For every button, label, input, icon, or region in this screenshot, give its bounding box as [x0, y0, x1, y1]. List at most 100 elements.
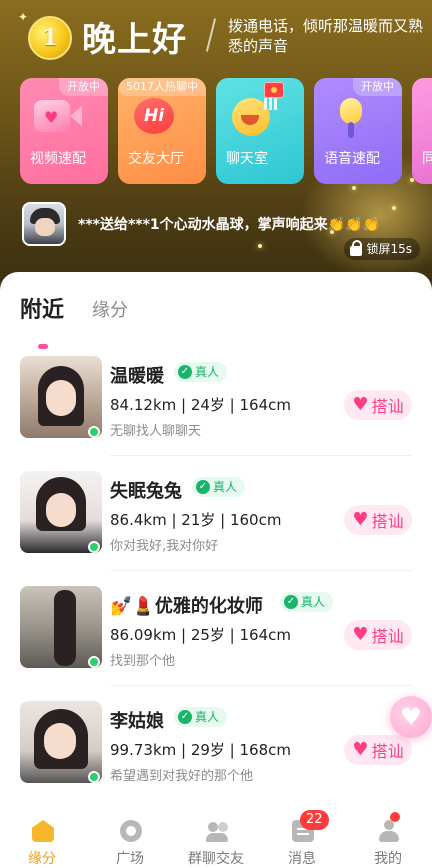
tab-fate[interactable]: 缘分	[92, 296, 128, 322]
greet-label: 搭讪	[371, 742, 404, 761]
notification-dot	[390, 812, 400, 822]
online-status-dot	[88, 426, 100, 438]
lock-screen-label: 锁屏15s	[366, 242, 412, 256]
verified-badge: ✓ 真人	[280, 592, 334, 612]
user-name: 💅💄优雅的化妆师	[110, 596, 263, 617]
heart-icon: ♥	[352, 624, 369, 645]
check-icon: ✓	[178, 710, 192, 724]
user-name: 温暖暖	[110, 366, 164, 387]
card-same-city[interactable]: 同	[412, 78, 432, 184]
row-divider	[110, 570, 412, 571]
nav-item-profile[interactable]: 我的	[348, 820, 428, 868]
tab-active-indicator	[38, 344, 48, 349]
user-stats: 86.4km | 21岁 | 160cm	[110, 511, 282, 529]
user-name: 失眠兔兔	[110, 481, 182, 502]
person-icon	[378, 820, 400, 842]
nav-label: 我的	[374, 851, 402, 867]
greet-label: 搭讪	[371, 397, 404, 416]
nav-item-fate[interactable]: 缘分	[2, 820, 82, 868]
nav-label: 群聊交友	[188, 851, 244, 867]
card-chat-room[interactable]: 聊天室	[216, 78, 304, 184]
list-item[interactable]: 💅💄优雅的化妆师 ✓ 真人 86.09km | 25岁 | 164cm 找到那个…	[0, 586, 432, 701]
greet-button[interactable]: ♥ 搭讪	[344, 390, 412, 420]
list-item[interactable]: 失眠兔兔 ✓ 真人 86.4km | 21岁 | 160cm 你对我好,我对你好…	[0, 471, 432, 586]
verified-label: 真人	[195, 365, 220, 379]
hi-bubble-icon: Hi	[130, 94, 180, 140]
heart-icon: ♥	[400, 703, 422, 731]
verified-label: 真人	[301, 595, 326, 609]
feature-cards: ♥ 开放中 视频速配 Hi 5017人热聊中 交友大厅 聊天室 开放中 语音速配	[20, 78, 432, 184]
red-envelope-icon[interactable]	[264, 82, 284, 98]
nav-label: 消息	[288, 851, 316, 867]
nav-label: 缘分	[28, 851, 56, 867]
home-icon	[32, 820, 54, 842]
greeting-subtitle: 拨通电话，倾听那温暖而又熟悉的声音	[228, 17, 424, 55]
card-badge: 开放中	[353, 78, 402, 96]
greeting-title: 晚上好	[82, 20, 187, 60]
user-photo[interactable]	[20, 586, 102, 668]
greet-button[interactable]: ♥ 搭讪	[344, 620, 412, 650]
greet-button[interactable]: ♥ 搭讪	[344, 735, 412, 765]
list-item[interactable]: 李姑娘 ✓ 真人 99.73km | 29岁 | 168cm 希望遇到对我好的那…	[0, 701, 432, 816]
card-voice-match[interactable]: 开放中 语音速配	[314, 78, 402, 184]
card-label: 语音速配	[324, 151, 380, 167]
card-label: 视频速配	[30, 151, 86, 167]
online-status-dot	[88, 656, 100, 668]
nav-item-messages[interactable]: 消息	[262, 820, 342, 868]
card-label: 同	[422, 151, 432, 167]
tab-nearby[interactable]: 附近	[20, 292, 64, 324]
nav-item-plaza[interactable]: 广场	[90, 820, 170, 868]
card-badge: 5017人热聊中	[118, 78, 206, 96]
microphone-icon	[326, 94, 376, 140]
user-photo[interactable]	[20, 356, 102, 438]
sparkle-star-icon: ✦	[18, 10, 29, 24]
row-divider	[110, 455, 412, 456]
card-friend-hall[interactable]: Hi 5017人热聊中 交友大厅	[118, 78, 206, 184]
user-name: 李姑娘	[110, 711, 164, 732]
floating-heart-button[interactable]: ♥	[390, 696, 432, 738]
sparkle	[352, 186, 356, 190]
user-bio: 希望遇到对我好的那个他	[110, 769, 254, 784]
card-label: 交友大厅	[128, 151, 184, 167]
content-sheet: 附近 缘分 温暖暖 ✓ 真人 84.12km | 24岁 | 164cm 无聊找…	[0, 272, 432, 812]
group-people-icon	[206, 820, 228, 842]
greet-button[interactable]: ♥ 搭讪	[344, 505, 412, 535]
verified-badge: ✓ 真人	[192, 477, 246, 497]
check-icon: ✓	[284, 595, 298, 609]
user-bio: 无聊找人聊聊天	[110, 424, 202, 439]
user-stats: 84.12km | 24岁 | 164cm	[110, 396, 291, 414]
user-bio: 你对我好,我对你好	[110, 539, 219, 554]
heart-icon: ♥	[352, 509, 369, 530]
heart-icon: ♥	[352, 739, 369, 760]
unread-count-badge: 22	[300, 810, 329, 830]
coin-level: 1	[42, 25, 58, 51]
lock-screen-button[interactable]: 锁屏15s	[344, 238, 420, 260]
user-stats: 86.09km | 25岁 | 164cm	[110, 626, 291, 644]
user-photo[interactable]	[20, 701, 102, 783]
coin-level-badge[interactable]: 1	[28, 16, 72, 60]
heart-icon: ♥	[352, 394, 369, 415]
lock-icon	[350, 240, 363, 256]
nav-item-group-chat[interactable]: 群聊交友	[176, 820, 256, 868]
user-bio: 找到那个他	[110, 654, 176, 669]
video-camera-heart-icon: ♥	[32, 94, 82, 140]
verified-badge: ✓ 真人	[174, 707, 228, 727]
header-banner: ✦ 1 晚上好 拨通电话，倾听那温暖而又熟悉的声音 ♥ 开放中 视频速配 Hi …	[0, 0, 432, 300]
plaza-icon	[120, 820, 142, 842]
gift-marquee-text: ***送给***1个心动水晶球，掌声响起来👏👏👏	[78, 217, 380, 233]
avatar	[22, 202, 66, 246]
list-item[interactable]: 温暖暖 ✓ 真人 84.12km | 24岁 | 164cm 无聊找人聊聊天 ♥…	[0, 356, 432, 471]
online-status-dot	[88, 771, 100, 783]
user-stats: 99.73km | 29岁 | 168cm	[110, 741, 291, 759]
header-divider	[205, 18, 217, 52]
bottom-nav: 缘分 广场 群聊交友 消息 我的	[0, 812, 432, 868]
greet-label: 搭讪	[371, 627, 404, 646]
verified-label: 真人	[195, 710, 220, 724]
card-badge: 开放中	[59, 78, 108, 96]
verified-badge: ✓ 真人	[174, 362, 228, 382]
card-video-match[interactable]: ♥ 开放中 视频速配	[20, 78, 108, 184]
online-status-dot	[88, 541, 100, 553]
user-photo[interactable]	[20, 471, 102, 553]
nav-label: 广场	[116, 851, 144, 867]
card-label: 聊天室	[226, 151, 268, 167]
